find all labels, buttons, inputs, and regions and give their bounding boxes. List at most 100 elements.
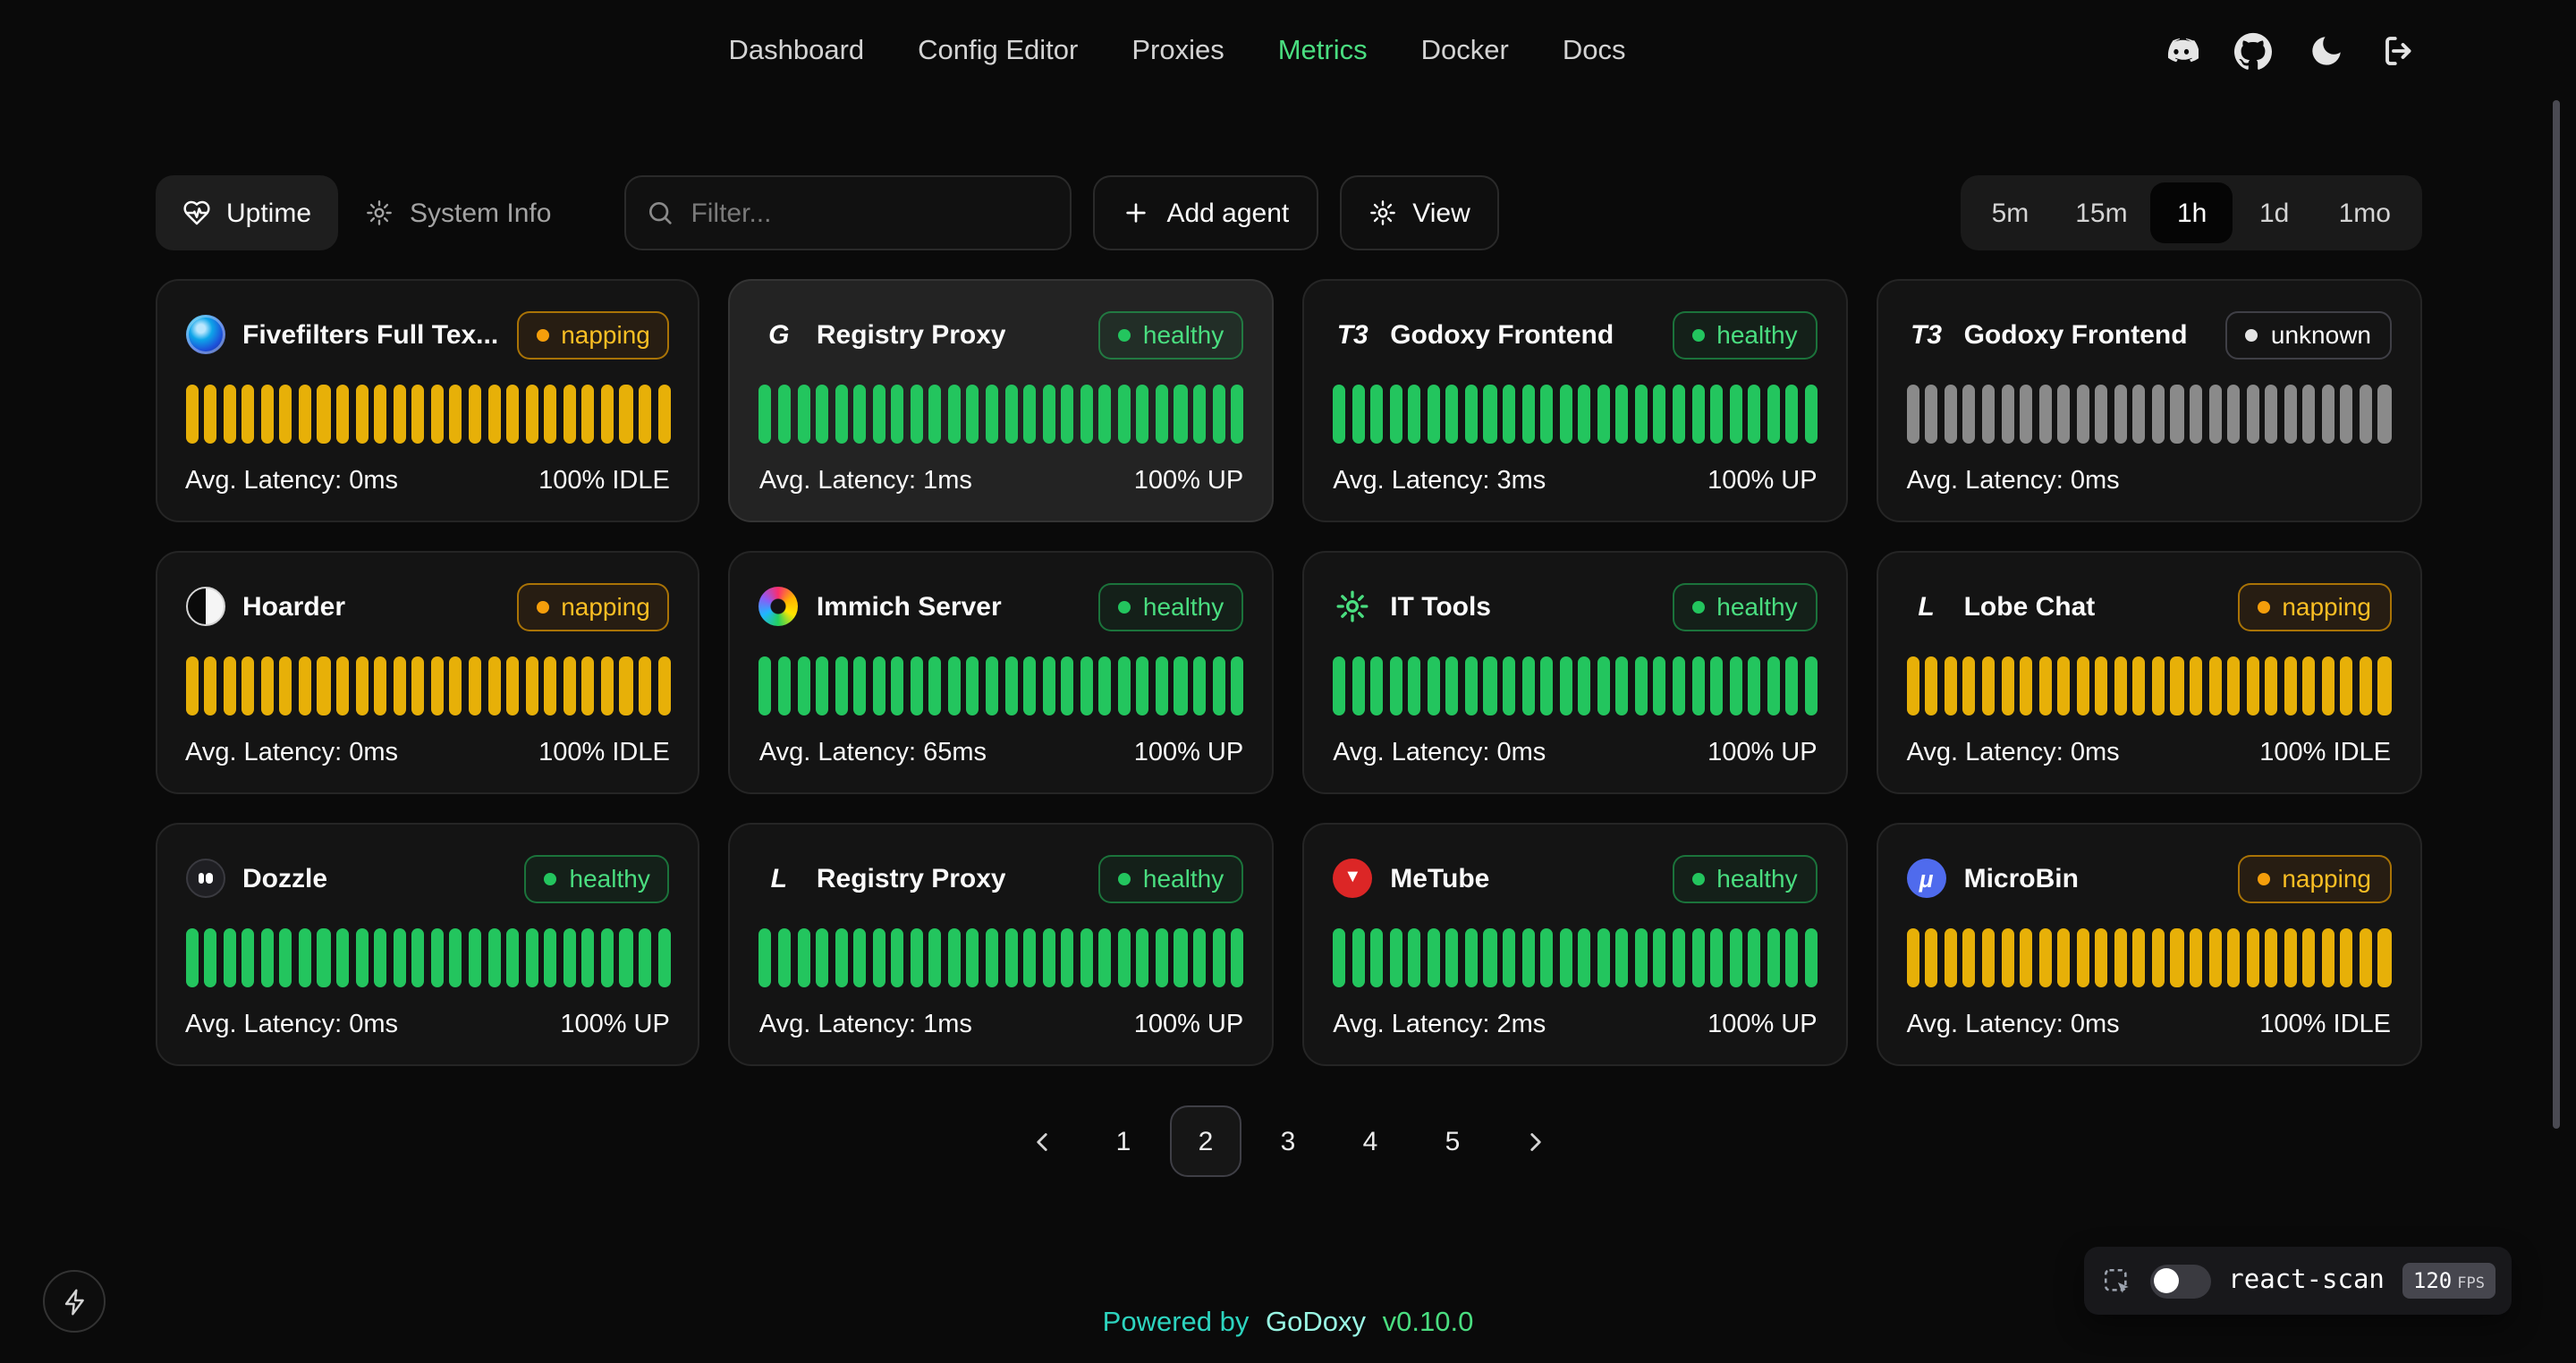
status-badge: unknown	[2226, 310, 2391, 359]
uptime-label: 100% UP	[1707, 467, 1818, 495]
status-badge: healthy	[1098, 582, 1243, 631]
page-4[interactable]: 4	[1335, 1105, 1406, 1177]
add-agent-label: Add agent	[1166, 198, 1289, 228]
header: Dashboard Config Editor Proxies Metrics Dock…	[0, 0, 2576, 104]
add-agent-button[interactable]: Add agent	[1093, 175, 1318, 250]
github-icon[interactable]	[2234, 32, 2272, 70]
uptime-bars	[185, 928, 670, 987]
status-badge: healthy	[1098, 854, 1243, 902]
status-label: healthy	[1716, 864, 1797, 893]
page-2[interactable]: 2	[1170, 1105, 1241, 1177]
latency-label: Avg. Latency: 1ms	[759, 467, 972, 495]
status-dot	[2257, 600, 2269, 613]
app-viewport: Dashboard Config Editor Proxies Metrics Dock…	[0, 0, 2576, 1363]
status-label: healthy	[1716, 592, 1797, 621]
react-scan-label: react-scan	[2228, 1266, 2385, 1295]
discord-icon[interactable]	[2161, 32, 2199, 70]
app-icon	[759, 587, 799, 626]
latency-label: Avg. Latency: 0ms	[185, 467, 398, 495]
tab-system-info[interactable]: System Info	[338, 175, 578, 250]
view-button[interactable]: View	[1339, 175, 1499, 250]
nav-item-dashboard[interactable]: Dashboard	[728, 36, 864, 68]
status-dot	[2246, 328, 2258, 341]
app-icon: T3	[1333, 315, 1372, 354]
nav-item-metrics[interactable]: Metrics	[1278, 36, 1368, 68]
prev-page-button[interactable]	[1005, 1105, 1077, 1177]
uptime-bars	[185, 385, 670, 444]
react-scan-toggle[interactable]	[2149, 1264, 2210, 1298]
card-title: Immich Server	[817, 591, 1002, 622]
uptime-card-lobe-chat[interactable]: LLobe ChatnappingAvg. Latency: 0ms100% I…	[1877, 551, 2421, 794]
filter-input[interactable]	[624, 175, 1072, 250]
nav-item-docs[interactable]: Docs	[1563, 36, 1626, 68]
uptime-card-metube[interactable]: ▼MeTubehealthyAvg. Latency: 2ms100% UP	[1302, 823, 1847, 1066]
app-icon: T3	[1907, 315, 1946, 354]
page-3[interactable]: 3	[1252, 1105, 1324, 1177]
uptime-card-dozzle[interactable]: DozzlehealthyAvg. Latency: 0ms100% UP	[155, 823, 700, 1066]
page-1[interactable]: 1	[1088, 1105, 1159, 1177]
range-15m[interactable]: 15m	[2052, 182, 2150, 243]
status-label: napping	[561, 320, 650, 349]
theme-moon-icon[interactable]	[2308, 32, 2345, 70]
uptime-card-fivefilters-full-tex[interactable]: Fivefilters Full Tex...nappingAvg. Laten…	[155, 279, 700, 522]
uptime-label: 100% UP	[1134, 739, 1244, 767]
status-badge: healthy	[1098, 310, 1243, 359]
status-badge: napping	[2237, 582, 2391, 631]
status-badge: napping	[2237, 854, 2391, 902]
uptime-bars	[1907, 385, 2391, 444]
page-5[interactable]: 5	[1417, 1105, 1488, 1177]
uptime-card-godoxy-frontend[interactable]: T3Godoxy FrontendhealthyAvg. Latency: 3m…	[1302, 279, 1847, 522]
uptime-label: 100% UP	[1707, 739, 1818, 767]
uptime-label: 100% IDLE	[2259, 1011, 2391, 1039]
card-title: Registry Proxy	[817, 863, 1006, 893]
uptime-card-immich-server[interactable]: Immich ServerhealthyAvg. Latency: 65ms10…	[729, 551, 1274, 794]
scrollbar-thumb[interactable]	[2553, 100, 2560, 1129]
nav-item-config-editor[interactable]: Config Editor	[918, 36, 1078, 68]
quick-actions-button[interactable]	[43, 1270, 106, 1333]
card-title: MeTube	[1390, 863, 1489, 893]
version-link[interactable]: v0.10.0	[1383, 1308, 1474, 1338]
uptime-card-godoxy-frontend[interactable]: T3Godoxy FrontendunknownAvg. Latency: 0m…	[1877, 279, 2421, 522]
uptime-label: 100% UP	[560, 1011, 670, 1039]
uptime-label: 100% UP	[1134, 1011, 1244, 1039]
next-page-button[interactable]	[1499, 1105, 1571, 1177]
status-badge: healthy	[1672, 582, 1817, 631]
lightning-icon	[60, 1287, 89, 1316]
uptime-bars	[185, 656, 670, 715]
range-1d[interactable]: 1d	[2233, 182, 2316, 243]
status-dot	[1691, 872, 1704, 885]
uptime-bars	[1907, 928, 2391, 987]
latency-label: Avg. Latency: 1ms	[759, 1011, 972, 1039]
uptime-card-registry-proxy[interactable]: LRegistry ProxyhealthyAvg. Latency: 1ms1…	[729, 823, 1274, 1066]
uptime-card-microbin[interactable]: μMicroBinnappingAvg. Latency: 0ms100% ID…	[1877, 823, 2421, 1066]
heart-pulse-icon	[182, 199, 210, 227]
app-icon: G	[759, 315, 799, 354]
gear-icon	[1368, 199, 1396, 227]
uptime-card-registry-proxy[interactable]: GRegistry ProxyhealthyAvg. Latency: 1ms1…	[729, 279, 1274, 522]
pagination-pages: 12345	[1088, 1105, 1488, 1177]
status-dot	[1691, 328, 1704, 341]
latency-label: Avg. Latency: 2ms	[1333, 1011, 1546, 1039]
app-icon	[185, 587, 225, 626]
range-1mo[interactable]: 1mo	[2316, 182, 2414, 243]
status-dot	[536, 328, 548, 341]
status-label: healthy	[1143, 864, 1224, 893]
inspect-icon[interactable]	[2101, 1266, 2131, 1296]
status-dot	[536, 600, 548, 613]
range-1h[interactable]: 1h	[2151, 182, 2233, 243]
latency-label: Avg. Latency: 3ms	[1333, 467, 1546, 495]
nav-item-proxies[interactable]: Proxies	[1131, 36, 1224, 68]
card-title: Godoxy Frontend	[1964, 319, 2188, 350]
godoxy-link[interactable]: GoDoxy	[1266, 1308, 1366, 1338]
logout-icon[interactable]	[2381, 32, 2419, 70]
toggle-knob	[2154, 1268, 2179, 1293]
uptime-card-it-tools[interactable]: IT ToolshealthyAvg. Latency: 0ms100% UP	[1302, 551, 1847, 794]
app-icon: μ	[1907, 859, 1946, 898]
uptime-card-hoarder[interactable]: HoardernappingAvg. Latency: 0ms100% IDLE	[155, 551, 700, 794]
tab-uptime[interactable]: Uptime	[155, 175, 338, 250]
nav-item-docker[interactable]: Docker	[1421, 36, 1509, 68]
range-5m[interactable]: 5m	[1969, 182, 2053, 243]
uptime-label: 100% UP	[1134, 467, 1244, 495]
toolbar: Uptime System Info Add agent View	[155, 175, 2421, 250]
status-label: healthy	[1716, 320, 1797, 349]
